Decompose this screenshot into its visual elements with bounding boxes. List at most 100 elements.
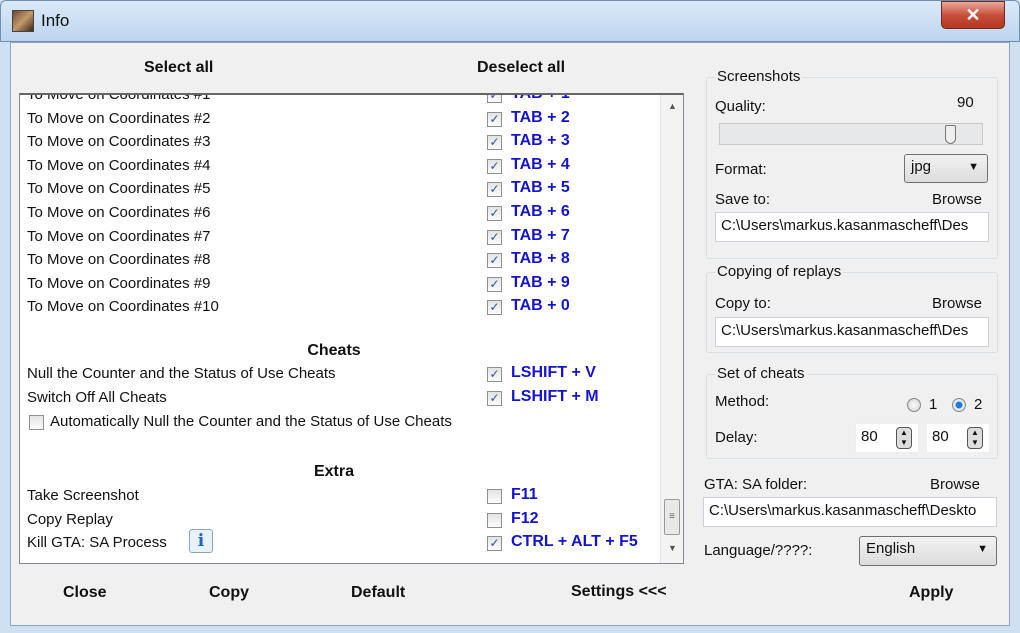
select-all-button[interactable]: Select all: [144, 59, 213, 77]
close-button[interactable]: Close: [63, 584, 107, 602]
hotkey-row-label: Switch Off All Cheats: [27, 388, 167, 406]
hotkey-row-label: Kill GTA: SA Process: [27, 534, 167, 552]
info-icon[interactable]: i: [189, 529, 213, 553]
vertical-scrollbar[interactable]: ▲ ≡ ▼: [660, 95, 683, 563]
hotkey-checkbox[interactable]: ✓: [487, 536, 502, 552]
quality-slider[interactable]: [719, 123, 983, 145]
close-window-button[interactable]: ✕: [941, 1, 1005, 29]
gta-folder-browse-link[interactable]: Browse: [930, 476, 980, 493]
save-path-input[interactable]: C:\Users\markus.kasanmascheff\Des: [715, 212, 989, 242]
hotkey-value: LSHIFT + M: [511, 387, 599, 405]
title-bar: [0, 0, 1020, 42]
hotkey-row-label: To Move on Coordinates #1: [27, 93, 211, 103]
hotkey-value: TAB + 0: [511, 297, 570, 315]
copy-button[interactable]: Copy: [209, 584, 249, 602]
hotkey-value: TAB + 1: [511, 93, 570, 102]
scroll-down-arrow-icon[interactable]: ▼: [668, 543, 677, 553]
hotkey-value: TAB + 3: [511, 132, 570, 150]
apply-button[interactable]: Apply: [909, 584, 953, 602]
scroll-up-arrow-icon[interactable]: ▲: [668, 101, 677, 111]
hotkey-checkbox[interactable]: ✓: [487, 111, 502, 127]
copy-path-input[interactable]: C:\Users\markus.kasanmascheff\Des: [715, 317, 989, 347]
hotkey-checkbox[interactable]: ✓: [487, 390, 502, 406]
hotkey-checkbox[interactable]: ✓: [487, 135, 502, 151]
hotkey-row-label: To Move on Coordinates #10: [27, 298, 219, 316]
hotkey-checkbox[interactable]: ✓: [487, 206, 502, 221]
hotkey-row-label: To Move on Coordinates #9: [27, 274, 211, 292]
hotkey-checkbox[interactable]: ✓: [487, 253, 502, 269]
hotkey-row-label: To Move on Coordinates #2: [27, 109, 211, 127]
hotkey-list: To Move on Coordinates #1 ✓ TAB + 1 To Mo…: [19, 93, 684, 564]
format-select[interactable]: jpg ▼: [904, 154, 988, 183]
language-select[interactable]: English ▼: [859, 536, 997, 566]
hotkey-value: CTRL + ALT + F5: [511, 533, 638, 551]
delay1-stepper[interactable]: 80 ▲ ▼: [855, 423, 919, 453]
hotkey-value: TAB + 2: [511, 108, 570, 126]
quality-label: Quality:: [715, 98, 766, 115]
hotkey-checkbox[interactable]: ✓: [487, 300, 502, 316]
hotkey-checkbox[interactable]: ✓: [487, 367, 502, 382]
method-radio-2[interactable]: [952, 398, 966, 412]
scroll-thumb[interactable]: ≡: [664, 499, 680, 535]
replays-browse-link[interactable]: Browse: [932, 295, 982, 312]
hotkey-row-label: To Move on Coordinates #8: [27, 251, 211, 269]
hotkey-checkbox[interactable]: [487, 512, 502, 528]
hotkey-checkbox[interactable]: ✓: [487, 158, 502, 174]
hotkey-value: TAB + 8: [511, 250, 570, 268]
default-button[interactable]: Default: [351, 584, 405, 602]
radio-label: 2: [974, 396, 983, 413]
hotkey-value: TAB + 4: [511, 155, 570, 173]
hotkey-checkbox[interactable]: [487, 489, 502, 504]
hotkey-row-label: To Move on Coordinates #4: [27, 156, 211, 174]
language-value: English: [866, 540, 916, 557]
auto-null-label: Automatically Null the Counter and the S…: [50, 413, 452, 430]
method-radio-1[interactable]: [907, 398, 921, 412]
hotkey-value: TAB + 9: [511, 273, 570, 291]
chevron-down-icon: ▼: [968, 161, 979, 173]
screenshots-group: Screenshots Quality: 90 Format: jpg ▼ Sav…: [706, 68, 998, 259]
method-label: Method:: [715, 393, 770, 410]
replays-group: Copying of replays Copy to: Browse C:\Us…: [706, 263, 998, 353]
hotkey-row-label: To Move on Coordinates #7: [27, 227, 211, 245]
copy-to-label: Copy to:: [715, 295, 771, 312]
hotkey-checkbox[interactable]: ✓: [487, 276, 502, 292]
hotkey-value: TAB + 7: [511, 226, 570, 244]
delay-label: Delay:: [715, 429, 758, 446]
format-value: jpg: [911, 158, 932, 175]
hotkey-checkbox[interactable]: ✓: [487, 95, 502, 103]
gta-folder-input[interactable]: C:\Users\markus.kasanmascheff\Deskto: [703, 497, 997, 527]
radio-label: 1: [929, 396, 938, 413]
hotkey-value: LSHIFT + V: [511, 364, 596, 381]
extra-section-title: Extra: [313, 463, 355, 480]
group-title: Copying of replays: [715, 263, 844, 280]
spin-arrows-icon[interactable]: ▲ ▼: [967, 427, 983, 449]
group-title: Screenshots: [715, 68, 803, 85]
hotkey-checkbox[interactable]: ✓: [487, 229, 502, 245]
auto-null-checkbox[interactable]: [29, 415, 44, 430]
set-of-cheats-group: Set of cheats Method: 1 2 Delay: 80 ▲ ▼ 80…: [706, 365, 998, 459]
hotkey-row-label: To Move on Coordinates #6: [27, 204, 211, 221]
settings-button[interactable]: Settings <<<: [571, 583, 667, 601]
delay2-stepper[interactable]: 80 ▲ ▼: [926, 423, 990, 453]
hotkey-value: F11: [511, 486, 538, 503]
slider-thumb[interactable]: [945, 125, 956, 144]
hotkey-row-label: Take Screenshot: [27, 487, 139, 504]
group-title: Set of cheats: [715, 365, 807, 382]
hotkey-value: TAB + 6: [511, 203, 570, 220]
delay2-value: 80: [932, 428, 949, 445]
quality-value: 90: [957, 94, 974, 111]
screenshots-browse-link[interactable]: Browse: [932, 191, 982, 208]
chevron-down-icon: ▼: [977, 543, 988, 555]
hotkey-row-label: Copy Replay: [27, 510, 113, 528]
language-label: Language/????:: [704, 542, 813, 559]
hotkey-checkbox[interactable]: ✓: [487, 182, 502, 198]
deselect-all-button[interactable]: Deselect all: [477, 59, 565, 77]
hotkey-row-label: Null the Counter and the Status of Use C…: [27, 365, 336, 382]
window-title: Info: [41, 11, 70, 30]
spin-arrows-icon[interactable]: ▲ ▼: [896, 427, 912, 449]
save-to-label: Save to:: [715, 191, 771, 208]
app-icon: [12, 10, 34, 32]
hotkey-value: F12: [511, 509, 539, 527]
cheats-section-title: Cheats: [307, 342, 361, 359]
hotkey-row-label: To Move on Coordinates #5: [27, 180, 211, 198]
